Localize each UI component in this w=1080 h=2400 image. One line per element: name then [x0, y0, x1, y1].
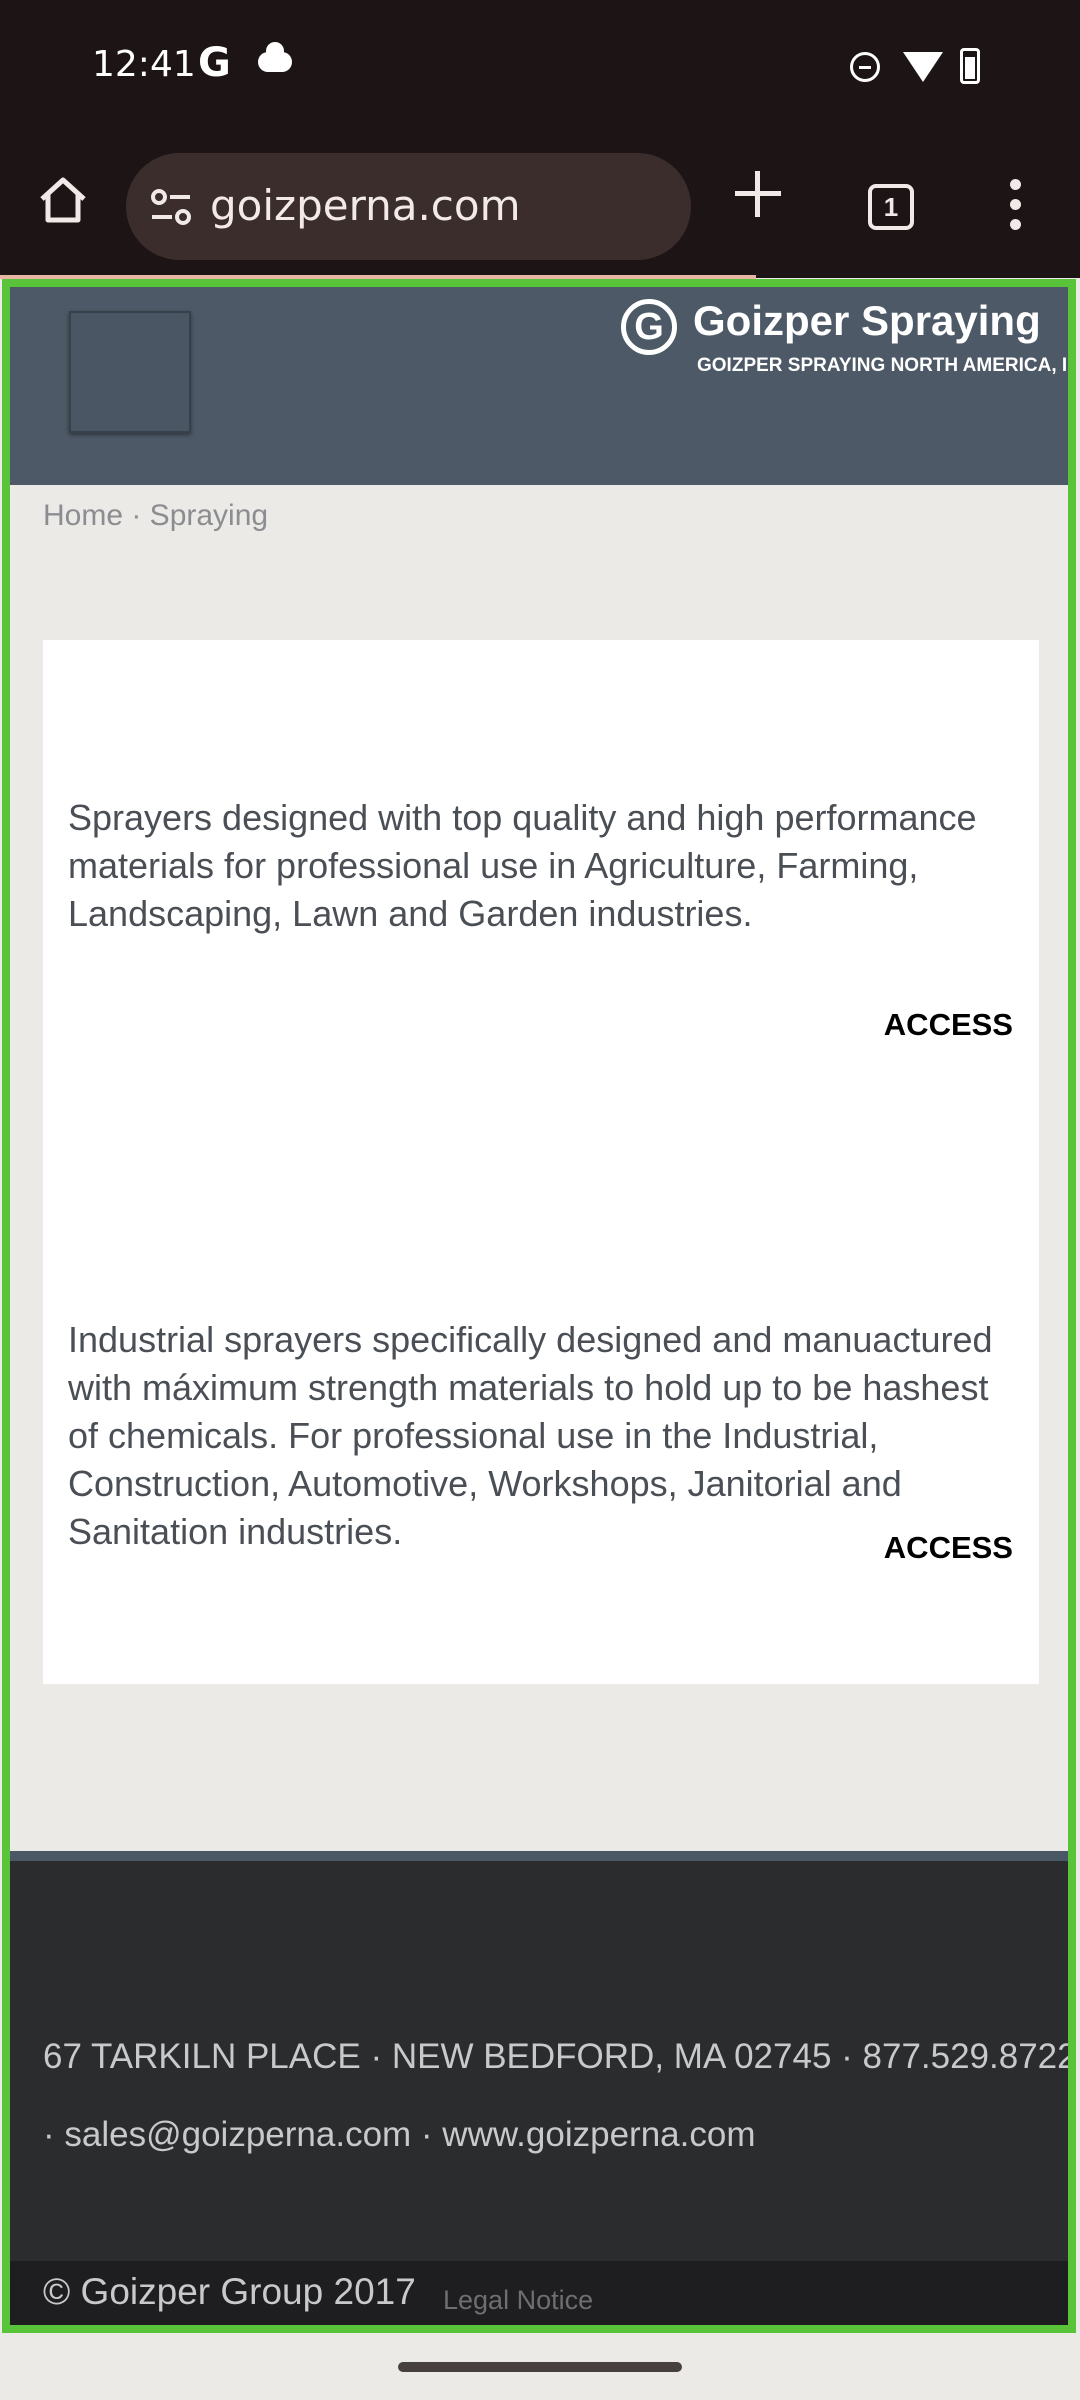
- cloud-icon: [258, 42, 292, 72]
- section-description: Industrial sprayers specifically designe…: [68, 1319, 993, 1552]
- do-not-disturb-icon: [850, 52, 880, 82]
- product-sections: Sprayers designed with top quality and h…: [43, 640, 1039, 1684]
- footer-bottom-bar: © Goizper Group 2017 Legal Notice: [10, 2261, 1068, 2325]
- status-bar: 12:41 G: [0, 0, 1080, 135]
- site-header: G Goizper Spraying GOIZPER SPRAYING NORT…: [10, 287, 1068, 485]
- access-button[interactable]: ACCESS: [884, 1530, 1013, 1566]
- section-description: Sprayers designed with top quality and h…: [68, 797, 977, 934]
- logo-title[interactable]: Goizper Spraying: [693, 297, 1041, 345]
- url-text: goizperna.com: [210, 181, 521, 230]
- battery-icon: [960, 48, 980, 84]
- browser-toolbar: goizperna.com 1: [0, 135, 1080, 278]
- site-settings-icon[interactable]: [150, 187, 192, 227]
- copyright-text: © Goizper Group 2017: [43, 2271, 416, 2312]
- menu-button[interactable]: [69, 311, 191, 433]
- page-frame: G Goizper Spraying GOIZPER SPRAYING NORT…: [2, 279, 1076, 2333]
- home-button[interactable]: [36, 173, 90, 227]
- goizper-logo-icon: G: [621, 299, 677, 355]
- status-time: 12:41: [92, 44, 196, 85]
- google-icon: G: [198, 40, 231, 86]
- wifi-icon: [903, 52, 943, 82]
- footer-divider: [10, 1851, 1068, 1861]
- site-footer: 67 TARKILN PLACE · NEW BEDFORD, MA 02745…: [10, 1861, 1068, 2261]
- more-options-icon[interactable]: [1010, 179, 1024, 239]
- address-bar[interactable]: goizperna.com: [126, 153, 691, 260]
- new-tab-button[interactable]: [733, 169, 783, 219]
- home-icon: [40, 177, 86, 223]
- tab-switcher-button[interactable]: 1: [868, 184, 914, 230]
- logo-subtitle: GOIZPER SPRAYING NORTH AMERICA, INC.: [697, 355, 1076, 376]
- footer-contact[interactable]: · sales@goizperna.com · www.goizperna.co…: [43, 2115, 755, 2155]
- legal-notice-link[interactable]: Legal Notice: [443, 2285, 593, 2316]
- access-button[interactable]: ACCESS: [884, 1007, 1013, 1043]
- gesture-navigation-bar[interactable]: [398, 2362, 682, 2372]
- footer-address: 67 TARKILN PLACE · NEW BEDFORD, MA 02745…: [43, 2037, 1076, 2076]
- breadcrumb[interactable]: Home · Spraying: [43, 499, 268, 533]
